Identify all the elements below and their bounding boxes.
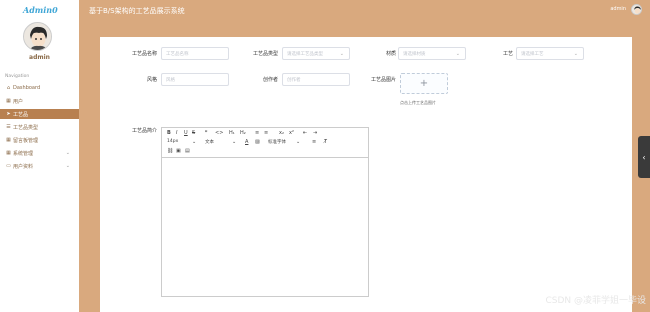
- material-label: 材质: [385, 51, 396, 57]
- sidebar-item-profile[interactable]: ▭ 用户资料 ⌄: [0, 161, 79, 171]
- chevron-down-icon: ⌄: [65, 150, 70, 156]
- header-avatar[interactable]: [631, 4, 642, 15]
- chevron-down-icon: ⌄: [455, 51, 460, 57]
- sidebar-item-dashboard[interactable]: ⌂ Dashboard: [0, 83, 79, 93]
- bold-button[interactable]: B: [167, 130, 171, 136]
- nav-caption: Navigation: [5, 74, 30, 79]
- h1-button[interactable]: H₁: [229, 130, 235, 136]
- chevron-down-icon: ⌄: [573, 51, 578, 57]
- chevron-down-icon: ⌄: [296, 139, 301, 145]
- name-input[interactable]: 工艺品名称: [161, 47, 229, 60]
- list-icon: ☰: [6, 123, 11, 130]
- sidebar-username: admin: [29, 54, 50, 61]
- font-size-select[interactable]: 14px: [167, 139, 178, 144]
- strike-button[interactable]: S: [192, 130, 195, 136]
- editor-content[interactable]: [162, 158, 368, 296]
- craft-select[interactable]: 请选择工艺 ⌄: [516, 47, 584, 60]
- chevron-down-icon: ⌄: [192, 139, 197, 145]
- italic-button[interactable]: I: [176, 130, 177, 136]
- image-icon[interactable]: ▣: [176, 148, 181, 154]
- align-button[interactable]: ≡: [312, 139, 316, 145]
- outdent-button[interactable]: ⇤: [303, 130, 307, 136]
- subscript-button[interactable]: x₂: [279, 130, 284, 136]
- sidebar: Admin0 admin Navigation ⌂ Dashboard ▦ 用户…: [0, 0, 79, 312]
- avatar: [23, 22, 52, 51]
- author-label: 创作者: [262, 77, 278, 83]
- sidebar-item-craft-types[interactable]: ☰ 工艺品类型: [0, 122, 79, 132]
- clear-format-button[interactable]: T̸: [324, 139, 327, 145]
- blockquote-button[interactable]: ❞: [205, 130, 208, 136]
- style-label: 风格: [146, 77, 157, 83]
- code-button[interactable]: <>: [215, 130, 223, 136]
- underline-button[interactable]: U: [184, 130, 188, 136]
- side-panel-toggle[interactable]: ‹: [638, 136, 650, 178]
- image-label: 工艺品图片: [370, 77, 396, 83]
- grid-icon: ▦: [6, 97, 11, 104]
- background-color-button[interactable]: ▨: [255, 139, 260, 145]
- send-icon: ➤: [6, 110, 11, 117]
- top-header: 基于B/S架构的工艺品展示系统 admin: [79, 0, 650, 22]
- sidebar-item-crafts[interactable]: ➤ 工艺品: [0, 109, 79, 119]
- craft-label: 工艺: [502, 51, 513, 57]
- image-upload-button[interactable]: +: [400, 73, 448, 94]
- sidebar-item-label: 系统管理: [13, 150, 34, 157]
- home-icon: ⌂: [6, 84, 11, 91]
- rich-text-editor[interactable]: B I U S ❞ <> H₁ H₂ ≡ ≡ x₂ x² ⇤ ⇥ 14px ⌄ …: [161, 127, 369, 297]
- header-username[interactable]: admin: [610, 6, 626, 12]
- author-input[interactable]: 创作者: [282, 73, 350, 86]
- form-panel: 工艺品名称 工艺品名称 工艺品类型 请选择工艺品类型 ⌄ 材质 请选择材质 ⌄ …: [100, 37, 632, 312]
- sidebar-item-message-board[interactable]: ▦ 留言板管理: [0, 135, 79, 145]
- page-title: 基于B/S架构的工艺品展示系统: [89, 7, 185, 15]
- chevron-down-icon: ⌄: [339, 51, 344, 57]
- calendar-icon: ▭: [6, 162, 11, 169]
- sidebar-item-label: 用户资料: [13, 163, 34, 170]
- chevron-left-icon: ‹: [642, 152, 646, 162]
- sidebar-item-label: 工艺品类型: [13, 124, 39, 131]
- superscript-button[interactable]: x²: [289, 130, 294, 136]
- style-input[interactable]: 风格: [161, 73, 229, 86]
- name-label: 工艺品名称: [131, 51, 157, 57]
- intro-label: 工艺品简介: [131, 128, 157, 134]
- sidebar-item-system[interactable]: ▦ 系统管理 ⌄: [0, 148, 79, 158]
- watermark: CSDN @凌菲学姐一毕设: [545, 296, 646, 306]
- font-family-select[interactable]: 标准字体: [268, 139, 286, 145]
- type-label: 工艺品类型: [252, 51, 278, 57]
- indent-button[interactable]: ⇥: [313, 130, 317, 136]
- video-icon[interactable]: ▤: [185, 148, 190, 154]
- plus-icon: +: [419, 78, 429, 89]
- h2-button[interactable]: H₂: [240, 130, 246, 136]
- material-select[interactable]: 请选择材质 ⌄: [398, 47, 466, 60]
- grid-icon: ▦: [6, 136, 11, 143]
- sidebar-item-label: 用户: [13, 98, 24, 105]
- sidebar-item-label: Dashboard: [13, 85, 41, 91]
- chevron-down-icon: ⌄: [232, 139, 237, 145]
- link-icon[interactable]: ⛓: [167, 148, 173, 154]
- text-style-select[interactable]: 文本: [205, 139, 214, 145]
- type-select[interactable]: 请选择工艺品类型 ⌄: [282, 47, 350, 60]
- bullet-list-button[interactable]: ≡: [264, 130, 268, 136]
- upload-tip: 点击上传工艺品图片: [400, 100, 436, 105]
- ordered-list-button[interactable]: ≡: [255, 130, 259, 136]
- font-color-button[interactable]: A: [245, 139, 248, 145]
- sidebar-item-label: 留言板管理: [13, 137, 39, 144]
- sidebar-item-users[interactable]: ▦ 用户: [0, 96, 79, 106]
- sidebar-item-label: 工艺品: [13, 111, 29, 118]
- grid-icon: ▦: [6, 149, 11, 156]
- app-logo[interactable]: Admin0: [23, 5, 58, 15]
- editor-toolbar: B I U S ❞ <> H₁ H₂ ≡ ≡ x₂ x² ⇤ ⇥ 14px ⌄ …: [162, 128, 368, 158]
- chevron-down-icon: ⌄: [65, 163, 70, 169]
